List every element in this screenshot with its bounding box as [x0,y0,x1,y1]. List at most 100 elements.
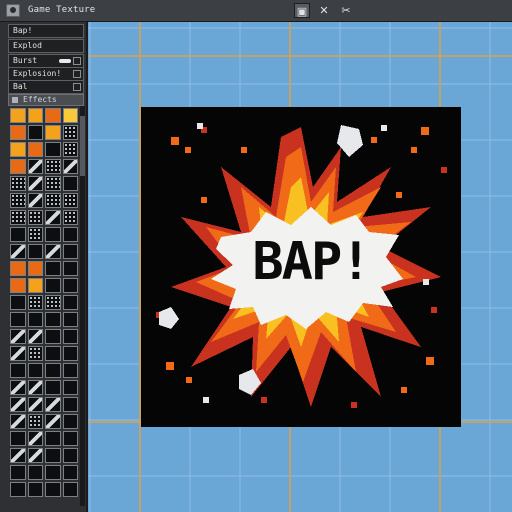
palette-swatch[interactable] [27,193,43,208]
palette-swatch[interactable] [10,465,26,480]
palette-swatch[interactable] [45,482,61,497]
checkbox-icon[interactable] [73,70,81,78]
palette-swatch[interactable] [27,312,43,327]
palette-swatch[interactable] [10,448,26,463]
palette-swatch[interactable] [10,380,26,395]
palette-swatch[interactable] [45,227,61,242]
palette-swatch[interactable] [27,244,43,259]
frame-view-button[interactable]: ▣ [294,3,310,18]
palette-swatch[interactable] [10,482,26,497]
palette-swatch[interactable] [62,448,78,463]
app-icon[interactable] [6,4,20,17]
prop-field-3[interactable]: Burst [8,54,84,68]
palette-swatch[interactable] [45,261,61,276]
palette-swatch[interactable] [62,312,78,327]
palette-swatch[interactable] [62,414,78,429]
prop-field-2[interactable]: Explod [8,39,84,53]
palette-swatch[interactable] [27,227,43,242]
palette-swatch[interactable] [62,329,78,344]
palette-swatch[interactable] [27,108,43,123]
palette-swatch[interactable] [10,125,26,140]
scrollbar-thumb[interactable] [80,116,85,176]
palette-swatch[interactable] [10,244,26,259]
palette-swatch[interactable] [62,278,78,293]
palette-swatch[interactable] [10,431,26,446]
palette-swatch[interactable] [10,227,26,242]
palette-swatch[interactable] [10,193,26,208]
palette-swatch[interactable] [27,176,43,191]
palette-swatch[interactable] [45,176,61,191]
palette-swatch[interactable] [45,465,61,480]
palette-swatch[interactable] [62,108,78,123]
palette-scrollbar[interactable] [80,106,85,506]
checkbox-icon[interactable] [73,83,81,91]
palette-swatch[interactable] [62,482,78,497]
palette-swatch[interactable] [45,295,61,310]
palette-swatch[interactable] [27,465,43,480]
palette-swatch[interactable] [10,142,26,157]
palette-swatch[interactable] [27,414,43,429]
palette-swatch[interactable] [27,431,43,446]
palette-swatch[interactable] [62,244,78,259]
tool-button[interactable]: ✂ [338,3,354,18]
checkbox-icon[interactable] [73,57,81,65]
palette-swatch[interactable] [62,125,78,140]
palette-swatch[interactable] [10,363,26,378]
palette-swatch[interactable] [10,312,26,327]
palette-swatch[interactable] [45,312,61,327]
palette-header[interactable]: Effects [8,94,84,106]
palette-swatch[interactable] [45,142,61,157]
palette-swatch[interactable] [27,448,43,463]
palette-swatch[interactable] [10,329,26,344]
palette-swatch[interactable] [27,380,43,395]
palette-swatch[interactable] [27,295,43,310]
palette-swatch[interactable] [10,176,26,191]
palette-swatch[interactable] [27,482,43,497]
palette-swatch[interactable] [45,210,61,225]
palette-swatch[interactable] [10,261,26,276]
palette-swatch[interactable] [45,448,61,463]
palette-swatch[interactable] [45,363,61,378]
palette-swatch[interactable] [62,142,78,157]
palette-swatch[interactable] [62,397,78,412]
palette-swatch[interactable] [27,159,43,174]
palette-swatch[interactable] [10,278,26,293]
prop-field-5[interactable]: Bal [8,80,84,94]
palette-swatch[interactable] [27,346,43,361]
palette-swatch[interactable] [10,397,26,412]
palette-swatch[interactable] [62,176,78,191]
palette-swatch[interactable] [27,210,43,225]
palette-swatch[interactable] [10,159,26,174]
palette-swatch[interactable] [27,278,43,293]
palette-swatch[interactable] [10,295,26,310]
palette-swatch[interactable] [27,329,43,344]
palette-swatch[interactable] [10,346,26,361]
palette-swatch[interactable] [62,227,78,242]
palette-swatch[interactable] [45,125,61,140]
palette-swatch[interactable] [45,159,61,174]
close-button[interactable]: ✕ [316,3,332,18]
palette-swatch[interactable] [62,193,78,208]
palette-swatch[interactable] [45,329,61,344]
palette-swatch[interactable] [27,125,43,140]
texture-canvas[interactable]: BAP! [88,22,512,512]
palette-swatch[interactable] [62,465,78,480]
palette-swatch[interactable] [45,397,61,412]
palette-swatch[interactable] [62,431,78,446]
palette-swatch[interactable] [10,210,26,225]
palette-swatch[interactable] [45,431,61,446]
palette-swatch[interactable] [62,159,78,174]
palette-swatch[interactable] [10,108,26,123]
palette-swatch[interactable] [62,363,78,378]
palette-swatch[interactable] [45,278,61,293]
palette-swatch[interactable] [27,261,43,276]
palette-swatch[interactable] [45,244,61,259]
palette-swatch[interactable] [62,210,78,225]
palette-swatch[interactable] [10,414,26,429]
palette-swatch[interactable] [45,414,61,429]
prop-field-4[interactable]: Explosion! [8,67,84,81]
palette-swatch[interactable] [45,380,61,395]
palette-swatch[interactable] [27,142,43,157]
prop-field-1[interactable]: Bap! [8,24,84,38]
palette-swatch[interactable] [62,380,78,395]
